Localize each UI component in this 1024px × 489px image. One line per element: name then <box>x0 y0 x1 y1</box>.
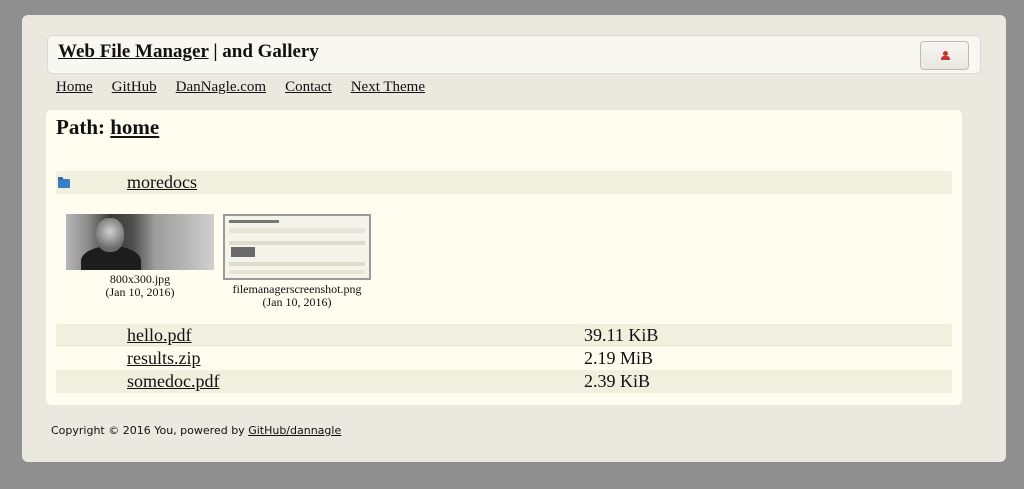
gallery-item-date: (Jan 10, 2016) <box>105 285 175 299</box>
folder-link[interactable]: moredocs <box>127 172 197 192</box>
file-listing-panel: Path: home moredocs 800x300.jpg (Jan 10,… <box>46 110 962 405</box>
nav-dannagle[interactable]: DanNagle.com <box>176 79 266 96</box>
file-size: 2.39 KiB <box>584 371 651 391</box>
file-row[interactable]: hello.pdf 39.11 KiB <box>56 324 952 347</box>
app-title: Web File Manager | and Gallery <box>58 41 319 63</box>
user-icon <box>940 51 950 60</box>
nav-bar: Home GitHub DanNagle.com Contact Next Th… <box>56 79 425 96</box>
gallery-item[interactable]: 800x300.jpg (Jan 10, 2016) <box>65 214 215 299</box>
page-container: Web File Manager | and Gallery Home GitH… <box>22 15 1006 462</box>
file-size: 2.19 MiB <box>584 348 654 368</box>
footer-github-link[interactable]: GitHub/dannagle <box>248 424 341 437</box>
nav-github[interactable]: GitHub <box>112 79 157 96</box>
gallery-item[interactable]: filemanagerscreenshot.png (Jan 10, 2016) <box>222 214 372 309</box>
nav-contact[interactable]: Contact <box>285 79 332 96</box>
folder-row[interactable]: moredocs <box>56 171 952 194</box>
gallery-item-date: (Jan 10, 2016) <box>262 295 332 309</box>
app-title-link[interactable]: Web File Manager <box>58 41 209 62</box>
file-link[interactable]: results.zip <box>127 348 201 368</box>
app-header: Web File Manager | and Gallery <box>47 35 981 74</box>
footer-text: Copyright © 2016 You, powered by <box>51 424 249 437</box>
path-heading: Path: home <box>56 115 159 140</box>
app-title-suffix: | and Gallery <box>208 41 319 62</box>
file-link[interactable]: hello.pdf <box>127 325 192 345</box>
folder-icon <box>58 177 70 188</box>
nav-next-theme[interactable]: Next Theme <box>351 79 425 96</box>
footer: Copyright © 2016 You, powered by GitHub/… <box>51 424 341 437</box>
file-link[interactable]: somedoc.pdf <box>127 371 219 391</box>
image-thumbnail[interactable] <box>223 214 371 280</box>
file-row[interactable]: somedoc.pdf 2.39 KiB <box>56 370 952 393</box>
path-label: Path: <box>56 115 105 139</box>
file-size: 39.11 KiB <box>584 325 659 345</box>
file-row[interactable]: results.zip 2.19 MiB <box>56 347 952 370</box>
user-button[interactable] <box>920 41 969 70</box>
path-current-link[interactable]: home <box>110 115 159 139</box>
nav-home[interactable]: Home <box>56 79 93 96</box>
image-thumbnail[interactable] <box>66 214 214 270</box>
